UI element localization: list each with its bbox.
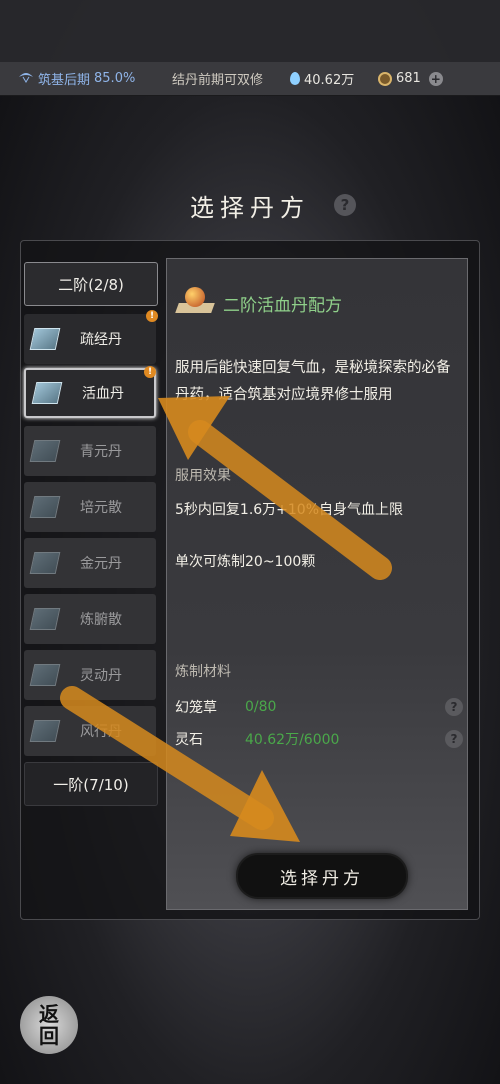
page-title: 选择丹方 (190, 194, 310, 222)
tier-header-2[interactable]: 二阶(2/8) (24, 262, 158, 306)
title-help-icon[interactable]: ? (334, 194, 356, 216)
recipe-item[interactable]: 风行丹 (24, 706, 156, 756)
scroll-icon (29, 720, 61, 742)
recipe-label: 灵动丹 (80, 668, 122, 684)
recipe-detail-panel: 二阶活血丹配方 服用后能快速回复气血，是秘境探索的必备丹药，适合筑基对应境界修士… (166, 258, 468, 910)
material-help-icon[interactable]: ? (445, 730, 463, 748)
recipe-item[interactable]: 炼腑散 (24, 594, 156, 644)
recipe-label: 金元丹 (80, 556, 122, 572)
scroll-icon (29, 440, 61, 462)
scroll-icon (29, 608, 61, 630)
material-name: 灵石 (175, 732, 203, 748)
scroll-icon (29, 496, 61, 518)
material-amount: 0/80 (245, 699, 277, 715)
effect-label: 服用效果 (175, 468, 231, 484)
coin-value: 681 (396, 71, 421, 86)
recipe-item-selected[interactable]: 活血丹 ! (24, 366, 156, 418)
material-amount: 40.62万/6000 (245, 732, 340, 748)
coin-counter: 681 + (378, 71, 443, 86)
recipe-detail-header: 二阶活血丹配方 (175, 287, 342, 319)
scroll-icon (29, 664, 61, 686)
recipe-item[interactable]: 疏经丹 ! (24, 310, 158, 364)
realm-icon (18, 71, 34, 87)
recipe-detail-name: 二阶活血丹配方 (223, 295, 342, 316)
recipe-label: 疏经丹 (80, 332, 122, 348)
recipe-label: 活血丹 (82, 386, 124, 402)
recipe-label: 培元散 (80, 500, 122, 516)
new-badge-icon: ! (144, 366, 156, 378)
back-button[interactable]: 返 回 (20, 996, 78, 1054)
material-name: 幻笼草 (175, 700, 217, 716)
select-recipe-button[interactable]: 选择丹方 (238, 855, 406, 897)
realm-indicator[interactable]: 筑基后期 85.0% (18, 69, 135, 88)
decorative-wave-header (0, 0, 500, 62)
yield-text: 单次可炼制20~100颗 (175, 554, 316, 570)
material-row: 幻笼草 0/80 ? (175, 695, 463, 719)
effect-text: 5秒内回复1.6万+10%自身气血上限 (175, 502, 404, 518)
spirit-stone-value: 40.62万 (304, 73, 355, 88)
recipe-item[interactable]: 青元丹 (24, 426, 156, 476)
new-badge-icon: ! (146, 310, 158, 322)
spirit-stone-icon (290, 72, 300, 85)
recipe-item[interactable]: 培元散 (24, 482, 156, 532)
add-coins-button[interactable]: + (428, 71, 443, 86)
material-help-icon[interactable]: ? (445, 698, 463, 716)
pill-icon (175, 287, 215, 319)
recipe-item[interactable]: 金元丹 (24, 538, 156, 588)
scroll-icon (31, 382, 63, 404)
coin-icon (378, 71, 392, 86)
recipe-label: 炼腑散 (80, 612, 122, 628)
realm-progress: 85.0% (94, 71, 136, 86)
cultivation-hint: 结丹前期可双修 (172, 73, 264, 88)
back-button-line2: 回 (39, 1024, 59, 1048)
recipe-label: 青元丹 (80, 444, 122, 460)
recipe-label: 风行丹 (80, 724, 122, 740)
tier-header-1[interactable]: 一阶(7/10) (24, 762, 158, 806)
status-bar: 筑基后期 85.0% 结丹前期可双修 40.62万 681 + (0, 62, 500, 96)
scroll-icon (29, 552, 61, 574)
materials-label: 炼制材料 (175, 664, 231, 680)
recipe-description: 服用后能快速回复气血，是秘境探索的必备丹药，适合筑基对应境界修士服用 (175, 360, 451, 403)
recipe-item[interactable]: 灵动丹 (24, 650, 156, 700)
spirit-stone-counter: 40.62万 (290, 69, 354, 88)
realm-name: 筑基后期 (38, 73, 91, 88)
scroll-icon (29, 328, 61, 350)
material-row: 灵石 40.62万/6000 ? (175, 727, 463, 751)
back-button-line1: 返 (39, 1002, 59, 1026)
